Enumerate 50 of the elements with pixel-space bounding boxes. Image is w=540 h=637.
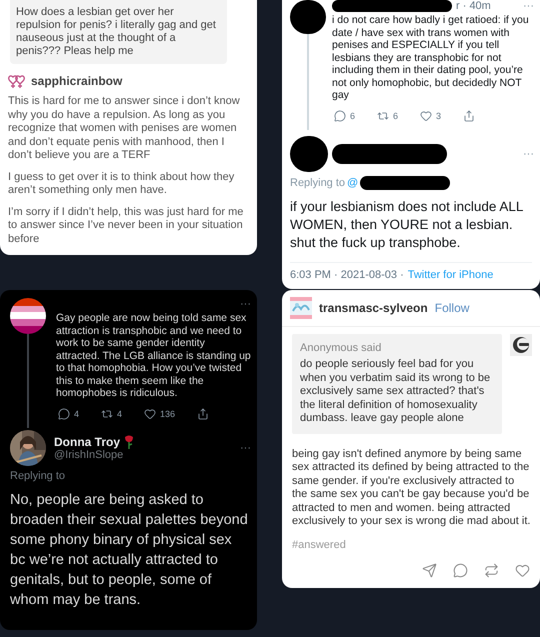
answer-paragraph: I guess to get over it is to think about how they aren’t something only men have. bbox=[8, 170, 236, 198]
action-count: 6 bbox=[393, 110, 398, 120]
ask-label: Anonymous said bbox=[300, 342, 382, 354]
action-count: 4 bbox=[74, 408, 80, 418]
answer-paragraph: This is hard for me to answer since i don’t know why you do have a repulsion. As long as you recognize that women with penises are women and don’t equate penis with manhood, then I don’t believe you are a TERF bbox=[8, 95, 241, 162]
source-link[interactable]: Twitter for iPhone bbox=[408, 268, 494, 280]
heart-icon[interactable] bbox=[420, 110, 432, 122]
reply-text: No, people are being asked to broaden their sexual palettes beyond some phony binary of physical sex bc we’re not actually attracted to genitals, but to people, some of whom may be trans. bbox=[10, 490, 249, 610]
display-name: Donna Troy bbox=[54, 434, 120, 448]
author-name: sapphicrainbow bbox=[31, 74, 122, 88]
send-icon[interactable] bbox=[422, 562, 437, 578]
retweet-icon[interactable] bbox=[377, 110, 390, 122]
hearts-icon bbox=[8, 74, 26, 88]
redaction-mark bbox=[290, 0, 326, 34]
share-icon[interactable] bbox=[197, 408, 210, 420]
mention-link[interactable]: @ bbox=[347, 176, 358, 188]
heart-icon[interactable] bbox=[515, 562, 530, 578]
reply-icon[interactable] bbox=[58, 408, 70, 420]
more-menu[interactable]: ··· bbox=[523, 148, 540, 160]
action-count: 3 bbox=[436, 110, 442, 120]
blog-name[interactable]: transmasc-sylveon bbox=[319, 301, 428, 315]
action-count: 6 bbox=[350, 110, 356, 120]
answer-paragraph: I’m sorry if I didn’t help, this was just hard for me to answer since I’ve never been in your situation before bbox=[8, 206, 244, 246]
tweet-text: Gay people are now being told same sex attraction is transphobic and we need to work to be same gender identity attracted. The LGB alliance is standing up to that homophobia. How you’ve twisted this to make them seem like the homophobes is ridiculous. bbox=[56, 312, 251, 400]
answer-text: being gay isn't defined anymore by being same sex attracted its defined by being attracted to the same gender. if you're exclusively attracted to the same sex you can't be gay because you'd be attracted to men and women. being attracted exclusively to your sex is wrong die mad about it. bbox=[292, 448, 532, 528]
ask-question: How does a lesbian get over her repulsion for penis? i literally gag and get nauseous just at the thought of a penis??? Pleas help me bbox=[10, 0, 227, 64]
rose-icon bbox=[124, 434, 134, 448]
more-menu[interactable]: ··· bbox=[240, 442, 257, 454]
share-icon[interactable] bbox=[463, 110, 476, 122]
flag-avatar-icon bbox=[10, 298, 46, 334]
tweet-timestamp: 6:03 PM · 2021-08-03 · bbox=[290, 268, 404, 280]
redaction-mark bbox=[290, 136, 328, 172]
user-handle: @IrishInSlope bbox=[54, 448, 124, 460]
more-menu[interactable]: ··· bbox=[240, 298, 257, 310]
reply-text: if your lesbianism does not include ALL WOMEN, then YOURE not a lesbian. shut the fuck up transphobe. bbox=[290, 198, 524, 252]
post-tag[interactable]: #answered bbox=[292, 538, 530, 550]
action-count: 136 bbox=[160, 408, 176, 418]
reblog-icon[interactable] bbox=[484, 562, 499, 578]
replying-to-label: Replying to bbox=[290, 176, 346, 188]
action-count: 4 bbox=[117, 408, 122, 418]
ask-question: do people seriously feel bad for you when you verbatim said its wrong to be exclusively same sex attracted? that's the literal definition of homosexuality dumbass. leave gay people alone bbox=[300, 358, 492, 426]
retweet-icon[interactable] bbox=[101, 408, 114, 420]
reply-icon[interactable] bbox=[334, 110, 346, 122]
heart-icon[interactable] bbox=[144, 408, 156, 420]
follow-link[interactable]: Follow bbox=[434, 301, 470, 315]
tweet-time: r · 40m bbox=[456, 0, 491, 12]
replying-to-label: Replying to bbox=[10, 470, 66, 482]
tweet-text: i do not care how badly i get ratioed: if you date / have sex with trans women with penises and ESPECIALLY if you tell lesbians they are transphobic for not including them in their dating pool, you’re not only homophobic, but decidedly NOT gay bbox=[332, 14, 530, 102]
reply-icon[interactable] bbox=[453, 562, 468, 578]
more-menu[interactable]: ··· bbox=[523, 0, 540, 12]
